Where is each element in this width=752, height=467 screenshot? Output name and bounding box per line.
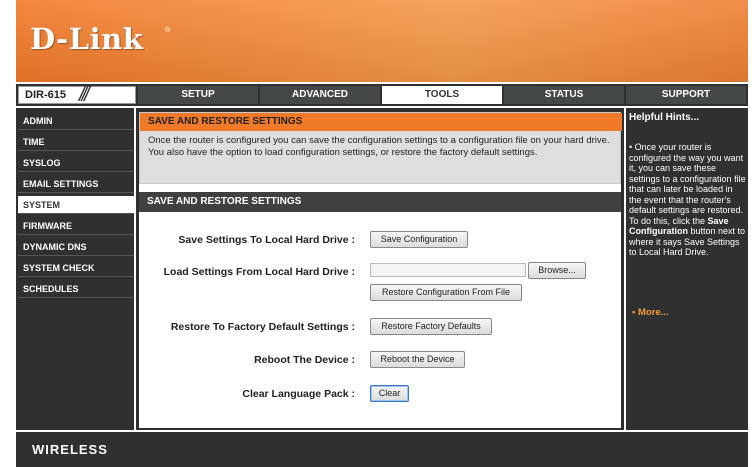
tab-status[interactable]: STATUS bbox=[504, 86, 624, 104]
sidebar-item-system[interactable]: SYSTEM bbox=[18, 196, 134, 214]
intro-title: SAVE AND RESTORE SETTINGS bbox=[140, 113, 622, 131]
load-settings-label: Load Settings From Local Hard Drive : bbox=[163, 266, 355, 278]
tab-tools[interactable]: TOOLS bbox=[382, 86, 502, 104]
hints-title: Helpful Hints... bbox=[629, 112, 699, 123]
save-settings-label: Save Settings To Local Hard Drive : bbox=[178, 234, 355, 246]
file-path-input[interactable] bbox=[370, 263, 526, 277]
tab-advanced[interactable]: ADVANCED bbox=[260, 86, 380, 104]
header-banner: D-Link ® bbox=[16, 0, 748, 82]
hints-text-before: Once your router is configured the way y… bbox=[629, 142, 746, 226]
model-name: DIR-615 bbox=[25, 89, 66, 101]
dlink-logo: D-Link bbox=[30, 22, 144, 56]
clear-language-label: Clear Language Pack : bbox=[242, 388, 355, 400]
sidebar-item-time[interactable]: TIME bbox=[18, 133, 134, 151]
browse-button[interactable]: Browse... bbox=[528, 262, 586, 279]
model-badge: DIR-615 /// bbox=[18, 84, 136, 106]
main-content: SAVE AND RESTORE SETTINGS Once the route… bbox=[139, 112, 622, 428]
hints-more-link[interactable]: • More... bbox=[632, 307, 669, 318]
hints-more-text: More... bbox=[637, 307, 669, 318]
restore-factory-defaults-button[interactable]: Restore Factory Defaults bbox=[370, 318, 492, 335]
clear-button[interactable]: Clear bbox=[370, 385, 409, 402]
router-admin-page: D-Link ® DIR-615 /// SETUP ADVANCED TOOL… bbox=[0, 0, 752, 467]
reboot-label: Reboot The Device : bbox=[254, 354, 355, 366]
factory-default-label: Restore To Factory Default Settings : bbox=[170, 321, 355, 333]
sidebar-item-email-settings[interactable]: EMAIL SETTINGS bbox=[18, 175, 134, 193]
top-nav: DIR-615 /// SETUP ADVANCED TOOLS STATUS … bbox=[16, 84, 748, 106]
footer: WIRELESS bbox=[16, 432, 748, 467]
hints-more-bullet: • bbox=[632, 307, 636, 318]
sidebar-item-system-check[interactable]: SYSTEM CHECK bbox=[18, 259, 134, 277]
hints-bullet: • bbox=[629, 142, 633, 152]
restore-from-file-button[interactable]: Restore Configuration From File bbox=[370, 284, 522, 301]
sidebar-item-admin[interactable]: ADMIN bbox=[18, 112, 134, 130]
sidebar-item-dynamic-dns[interactable]: DYNAMIC DNS bbox=[18, 238, 134, 256]
save-configuration-button[interactable]: Save Configuration bbox=[370, 231, 468, 248]
sidebar-item-syslog[interactable]: SYSLOG bbox=[18, 154, 134, 172]
tab-support[interactable]: SUPPORT bbox=[626, 86, 746, 104]
tab-setup[interactable]: SETUP bbox=[138, 86, 258, 104]
sidebar-item-firmware[interactable]: FIRMWARE bbox=[18, 217, 134, 235]
reboot-device-button[interactable]: Reboot the Device bbox=[370, 351, 465, 368]
sidebar: ADMIN TIME SYSLOG EMAIL SETTINGS SYSTEM … bbox=[16, 108, 134, 430]
sidebar-item-schedules[interactable]: SCHEDULES bbox=[18, 280, 134, 298]
intro-text: Once the router is configured you can sa… bbox=[148, 135, 610, 158]
registered-mark: ® bbox=[165, 27, 171, 34]
model-slashes: /// bbox=[79, 84, 90, 106]
wireless-logo: WIRELESS bbox=[32, 442, 108, 457]
section-title: SAVE AND RESTORE SETTINGS bbox=[139, 192, 621, 212]
intro-panel: SAVE AND RESTORE SETTINGS Once the route… bbox=[139, 112, 622, 184]
hints-text: • Once your router is configured the way… bbox=[629, 142, 746, 258]
